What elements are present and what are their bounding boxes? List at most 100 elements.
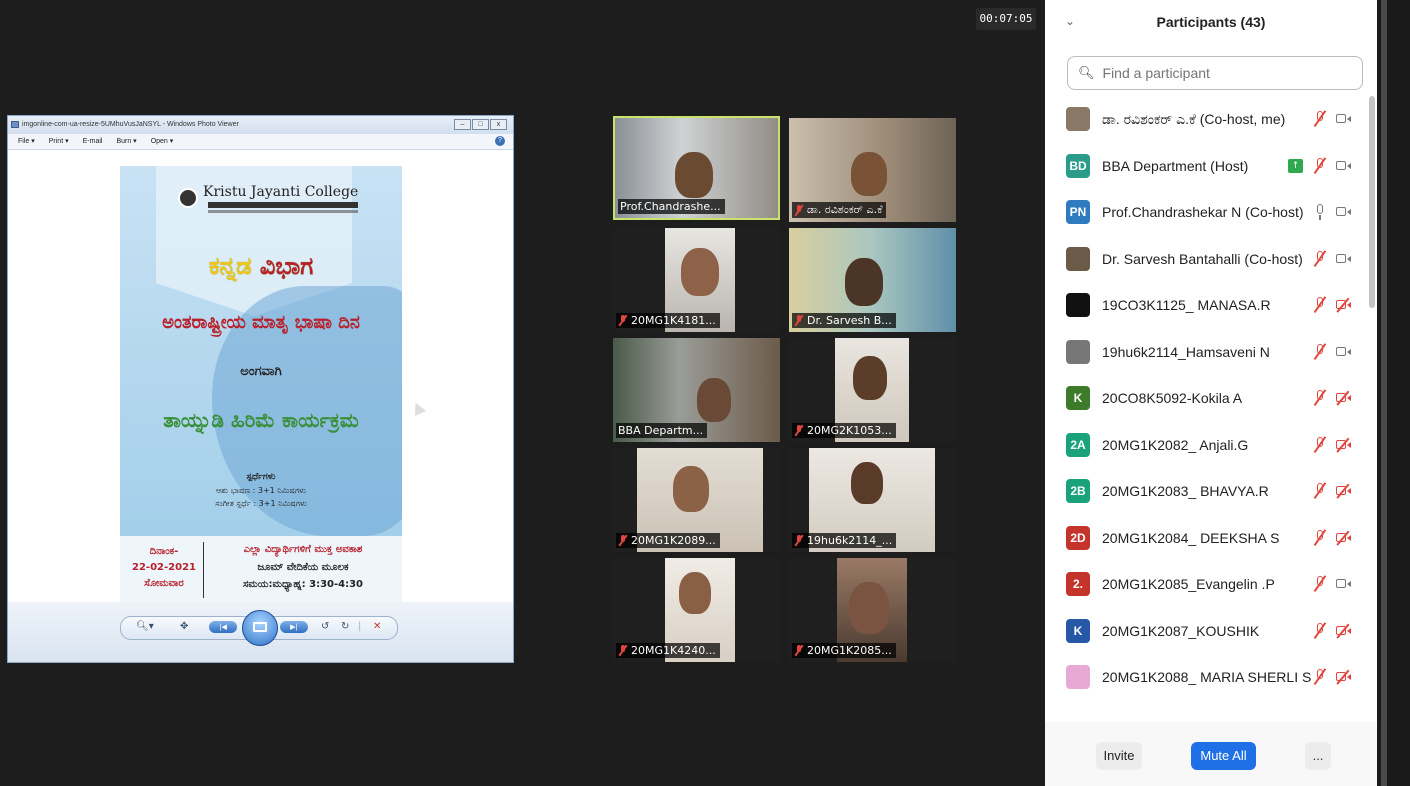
video-tile[interactable]: 20MG1K2089... bbox=[613, 448, 780, 552]
photo-viewer-titlebar[interactable]: imgonline-com-ua-resize-5UMhuVusJaNSYL -… bbox=[8, 116, 513, 134]
photo-viewer-canvas: Kristu Jayanti College ಕನ್ನಡ ವಿಭಾಗ ಅಂತರಾ… bbox=[8, 150, 513, 608]
mic-muted-icon[interactable] bbox=[1312, 668, 1328, 686]
participant-face bbox=[851, 152, 887, 196]
poster-divider bbox=[203, 542, 204, 598]
poster-event-name: ತಾಯ್ನುಡಿ ಹಿರಿಮೆ ಕಾರ್ಯಕ್ರಮ bbox=[163, 408, 359, 432]
participant-row[interactable]: K 20CO8K5092-Kokila A bbox=[1045, 375, 1377, 421]
participant-search-input[interactable] bbox=[1100, 64, 1355, 82]
maximize-button[interactable]: □ bbox=[472, 119, 489, 130]
participant-row[interactable]: 20MG1K2088_ MARIA SHERLI S bbox=[1045, 654, 1377, 700]
previous-button[interactable]: |◀ bbox=[209, 621, 237, 633]
participant-search[interactable]: 🔍︎ bbox=[1067, 56, 1363, 90]
video-camera-icon[interactable] bbox=[1336, 346, 1352, 358]
delete-icon[interactable]: ✕ bbox=[373, 619, 381, 635]
video-off-icon[interactable] bbox=[1336, 669, 1352, 685]
mic-muted-icon[interactable] bbox=[1312, 436, 1328, 454]
mic-muted-icon[interactable] bbox=[1312, 296, 1328, 314]
participant-face bbox=[853, 356, 887, 400]
mic-muted-icon[interactable] bbox=[1312, 343, 1328, 361]
toolbar-separator: | bbox=[358, 621, 362, 632]
participant-row[interactable]: 2D 20MG1K2084_ DEEKSHA S bbox=[1045, 515, 1377, 561]
video-off-icon[interactable] bbox=[1336, 297, 1352, 313]
more-options-button[interactable]: ... bbox=[1305, 742, 1331, 770]
participant-list-scrollbar[interactable] bbox=[1369, 96, 1375, 720]
mic-muted-icon[interactable] bbox=[1312, 389, 1328, 407]
actual-size-icon[interactable]: ✥ bbox=[180, 619, 188, 635]
slideshow-button[interactable] bbox=[242, 610, 278, 646]
rotate-right-icon[interactable]: ↻ bbox=[341, 619, 349, 635]
menu-email[interactable]: E-mail bbox=[83, 134, 103, 149]
participant-row[interactable]: PN Prof.Chandrashekar N (Co-host) bbox=[1045, 189, 1377, 235]
participant-row[interactable]: 2. 20MG1K2085_Evangelin .P bbox=[1045, 561, 1377, 607]
scrollbar-thumb[interactable] bbox=[1369, 96, 1375, 308]
avatar: 2D bbox=[1066, 525, 1090, 550]
menu-burn[interactable]: Burn ▾ bbox=[116, 134, 136, 149]
video-tile[interactable]: 20MG1K4240... bbox=[613, 558, 780, 662]
video-camera-icon[interactable] bbox=[1336, 253, 1352, 265]
close-window-button[interactable]: x bbox=[490, 119, 507, 130]
rotate-left-icon[interactable]: ↺ bbox=[321, 619, 329, 635]
poster-platform: ಜೂಮ್ ವೇದಿಕೆಯ ಮೂಲಕ bbox=[257, 562, 349, 573]
invite-button[interactable]: Invite bbox=[1096, 742, 1142, 770]
menu-file[interactable]: File ▾ bbox=[18, 134, 35, 149]
avatar: BD bbox=[1066, 153, 1090, 178]
mic-muted-icon[interactable] bbox=[1312, 529, 1328, 547]
participant-row[interactable]: 19CO3K1125_ MANASA.R bbox=[1045, 282, 1377, 328]
participant-row[interactable]: 2A 20MG1K2082_ Anjali.G bbox=[1045, 422, 1377, 468]
mic-muted-icon[interactable] bbox=[1312, 110, 1328, 128]
video-tile-name: 20MG1K4181... bbox=[616, 313, 720, 328]
mute-all-button[interactable]: Mute All bbox=[1191, 742, 1256, 770]
participant-name: 20MG1K2083_ BHAVYA.R bbox=[1102, 483, 1269, 499]
video-tile[interactable]: 20MG1K4181... bbox=[613, 228, 780, 332]
mic-muted-icon bbox=[794, 204, 804, 216]
video-camera-icon[interactable] bbox=[1336, 578, 1352, 590]
avatar bbox=[1066, 107, 1090, 131]
mic-muted-icon[interactable] bbox=[1312, 575, 1328, 593]
avatar bbox=[1066, 246, 1090, 271]
participant-name: 19CO3K1125_ MANASA.R bbox=[1102, 297, 1271, 313]
mic-icon[interactable] bbox=[1312, 203, 1328, 221]
video-tile[interactable]: ಡಾ. ರವಿಶಂಕರ್ ಎ.ಕೆ bbox=[789, 118, 956, 222]
video-tile[interactable]: 20MG2K1053... bbox=[789, 338, 956, 442]
next-button[interactable]: ▶| bbox=[280, 621, 308, 633]
mic-muted-icon bbox=[794, 425, 804, 436]
avatar: K bbox=[1066, 618, 1090, 643]
video-camera-icon[interactable] bbox=[1336, 160, 1352, 172]
video-off-icon[interactable] bbox=[1336, 623, 1352, 638]
menu-open[interactable]: Open ▾ bbox=[151, 134, 174, 149]
participant-row[interactable]: K 20MG1K2087_KOUSHIK bbox=[1045, 608, 1377, 654]
poster-dept-word-2: ವಿಭಾಗ bbox=[259, 252, 314, 280]
mic-muted-icon[interactable] bbox=[1312, 482, 1328, 500]
participant-row[interactable]: 2B 20MG1K2083_ BHAVYA.R bbox=[1045, 468, 1377, 514]
video-tile-name: 20MG2K1053... bbox=[792, 423, 896, 438]
video-camera-icon[interactable] bbox=[1336, 206, 1352, 218]
window-controls: – □ x bbox=[454, 119, 507, 130]
video-tile[interactable]: BBA Departm... bbox=[613, 338, 780, 442]
video-tile[interactable]: 19hu6k2114_... bbox=[789, 448, 956, 552]
video-tile[interactable]: 20MG1K2085... bbox=[789, 558, 956, 662]
mic-muted-icon[interactable] bbox=[1312, 157, 1328, 175]
video-tile[interactable]: Dr. Sarvesh B... bbox=[789, 228, 956, 332]
participant-list: ಡಾ. ರವಿಶಂಕರ್ ಎ.ಕೆ (Co-host, me) BD BBA Dep… bbox=[1045, 96, 1377, 720]
participant-row[interactable]: BD BBA Department (Host) ↑ bbox=[1045, 143, 1377, 189]
participant-row[interactable]: Dr. Sarvesh Bantahalli (Co-host) bbox=[1045, 236, 1377, 282]
video-off-icon[interactable] bbox=[1336, 530, 1352, 545]
video-off-icon[interactable] bbox=[1336, 390, 1352, 406]
zoom-icon[interactable]: 🔍︎▾ bbox=[136, 619, 154, 635]
participant-row[interactable]: 19hu6k2114_Hamsaveni N bbox=[1045, 329, 1377, 375]
menu-print[interactable]: Print ▾ bbox=[49, 134, 69, 149]
video-slash bbox=[1336, 437, 1350, 452]
video-off-icon[interactable] bbox=[1336, 437, 1352, 452]
slideshow-icon bbox=[253, 622, 267, 632]
mic-muted-icon[interactable] bbox=[1312, 622, 1328, 640]
participant-name: 20MG1K2085_Evangelin .P bbox=[1102, 576, 1275, 592]
video-camera-icon[interactable] bbox=[1336, 113, 1352, 125]
participant-row[interactable]: ಡಾ. ರವಿಶಂಕರ್ ಎ.ಕೆ (Co-host, me) bbox=[1045, 96, 1377, 142]
help-icon[interactable]: ? bbox=[495, 136, 505, 146]
participants-title: Participants (43) bbox=[1156, 14, 1266, 30]
mic-muted-icon[interactable] bbox=[1312, 250, 1328, 268]
video-off-icon[interactable] bbox=[1336, 483, 1352, 499]
meeting-stage: 00:07:05 imgonline-com-ua-resize-5UMhuVu… bbox=[0, 0, 1045, 786]
minimize-button[interactable]: – bbox=[454, 119, 471, 130]
video-tile[interactable]: Prof.Chandrashe... bbox=[613, 116, 780, 220]
